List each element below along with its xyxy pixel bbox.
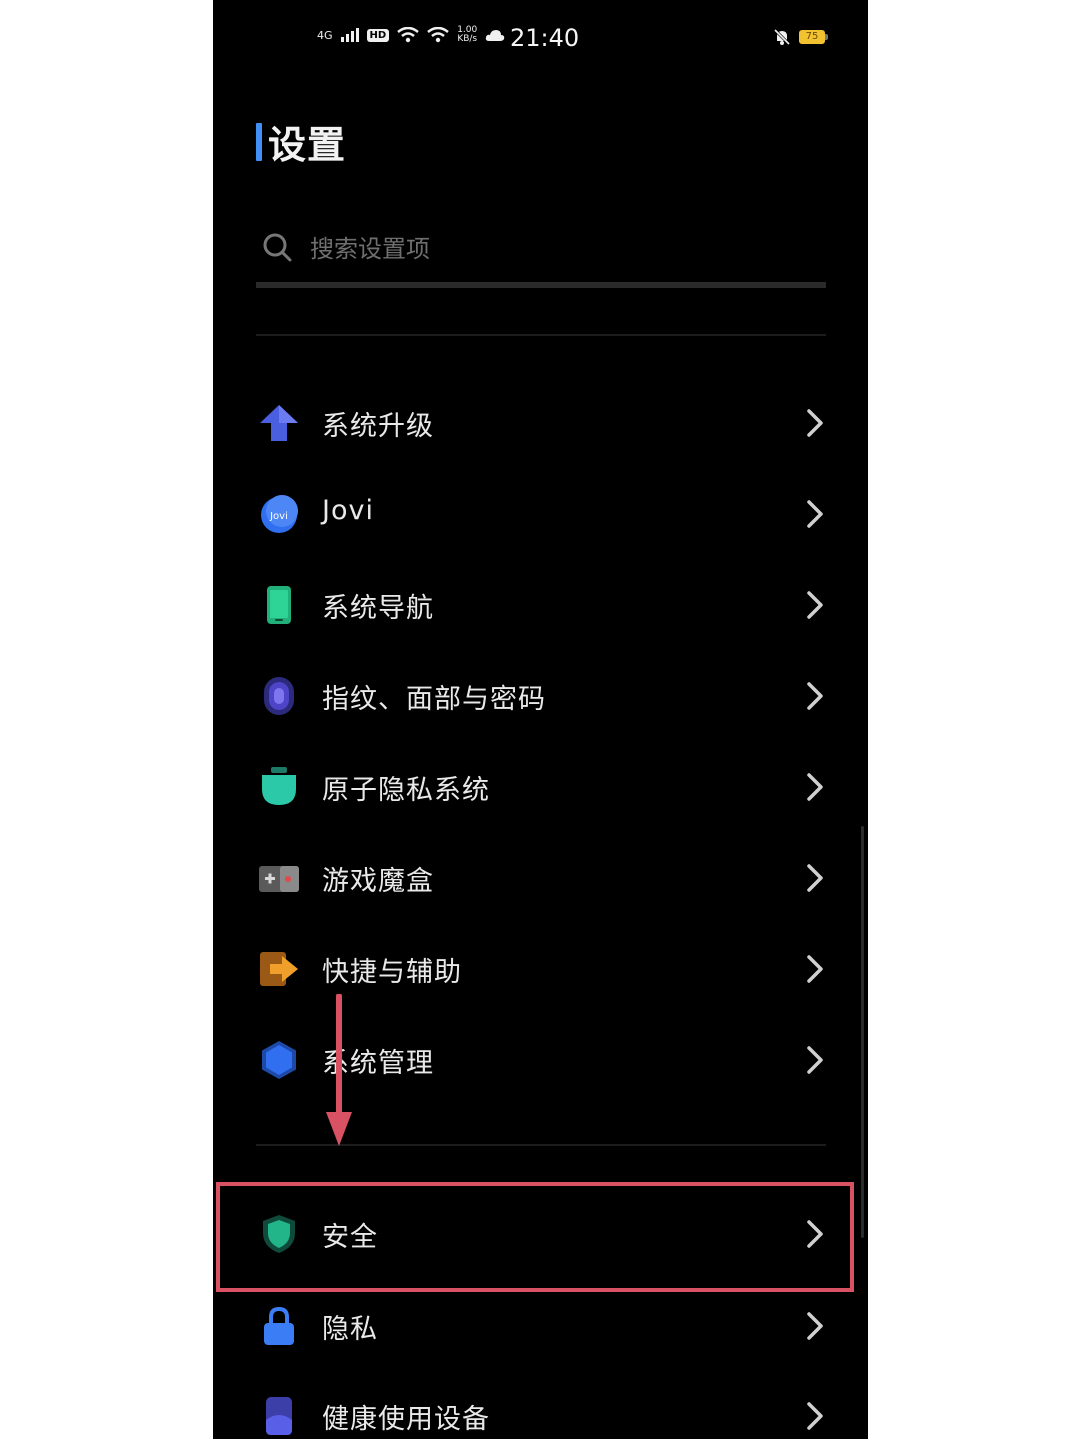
search-icon [263,233,292,262]
chevron-right-icon [807,864,823,892]
page-title: 设置 [256,114,346,169]
cloud-icon [486,30,505,41]
title-accent-bar [256,122,262,161]
wifi-icon-secondary [427,27,449,43]
settings-item-jovi[interactable]: Jovi Jovi [213,469,868,559]
upgrade-arrow-icon [260,405,298,441]
signal-icon [340,28,359,42]
status-left: 4G HD 1.00 KB/s [317,26,505,44]
scrollbar[interactable] [861,826,864,1238]
phone-screen: 4G HD 1.00 KB/s 21:40 75 设置 搜索设置项 系统升级 J… [213,0,868,1439]
battery-level: 75 [799,30,825,44]
settings-item-fingerprint-face-password[interactable]: 指纹、面部与密码 [213,651,868,741]
hourglass-icon [266,1397,292,1435]
network-indicator: 4G [317,28,333,42]
hexagon-icon [262,1041,296,1079]
jovi-icon: Jovi [261,495,298,533]
annotation-arrow-down-icon [326,994,352,1146]
status-right: 75 [773,28,828,46]
chevron-right-icon [807,1312,823,1340]
settings-item-game-box[interactable]: 游戏魔盒 [213,833,868,923]
gamepad-icon [259,866,299,892]
network-speed-unit: KB/s [457,34,478,44]
status-bar: 4G HD 1.00 KB/s 21:40 75 [213,0,868,80]
svg-text:Jovi: Jovi [269,511,288,522]
settings-item-label: 快捷与辅助 [322,957,462,988]
settings-item-label: 系统导航 [322,593,434,624]
hd-badge: HD [366,28,390,42]
chevron-right-icon [807,773,823,801]
chevron-right-icon [807,1046,823,1074]
chevron-right-icon [807,1402,823,1430]
settings-item-system-upgrade[interactable]: 系统升级 [213,378,868,468]
phone-icon [267,586,291,624]
fingerprint-icon [264,677,294,715]
settings-item-system-navigation[interactable]: 系统导航 [213,560,868,650]
settings-item-atom-privacy[interactable]: 原子隐私系统 [213,742,868,832]
settings-item-label: Jovi [322,495,374,526]
settings-item-label: 健康使用设备 [322,1404,490,1435]
battery-tip [825,34,828,40]
mute-bell-icon [773,28,791,46]
wifi-icon [397,27,419,43]
settings-item-digital-wellbeing[interactable]: 健康使用设备 [213,1371,868,1439]
atom-privacy-icon [262,767,296,805]
status-time: 21:40 [510,24,580,52]
settings-item-label: 指纹、面部与密码 [322,684,546,715]
search-input[interactable] [308,228,812,270]
settings-item-privacy[interactable]: 隐私 [213,1281,868,1371]
shortcut-arrow-icon [260,952,298,986]
chevron-right-icon [807,409,823,437]
annotation-highlight-box [216,1182,854,1292]
search-bar[interactable] [256,222,826,288]
chevron-right-icon [807,500,823,528]
network-speed: 1.00 KB/s [457,26,477,44]
chevron-right-icon [807,682,823,710]
settings-item-label: 原子隐私系统 [322,775,490,806]
settings-item-label: 隐私 [322,1314,378,1345]
settings-item-shortcuts-accessibility[interactable]: 快捷与辅助 [213,924,868,1014]
settings-item-system-management[interactable]: 系统管理 [213,1015,868,1105]
page-title-text: 设置 [268,123,347,167]
lock-icon [264,1306,294,1345]
settings-item-label: 游戏魔盒 [322,866,434,897]
divider-top [256,334,826,336]
battery-indicator: 75 [799,30,828,44]
settings-item-label: 系统升级 [322,411,434,442]
chevron-right-icon [807,955,823,983]
chevron-right-icon [807,591,823,619]
